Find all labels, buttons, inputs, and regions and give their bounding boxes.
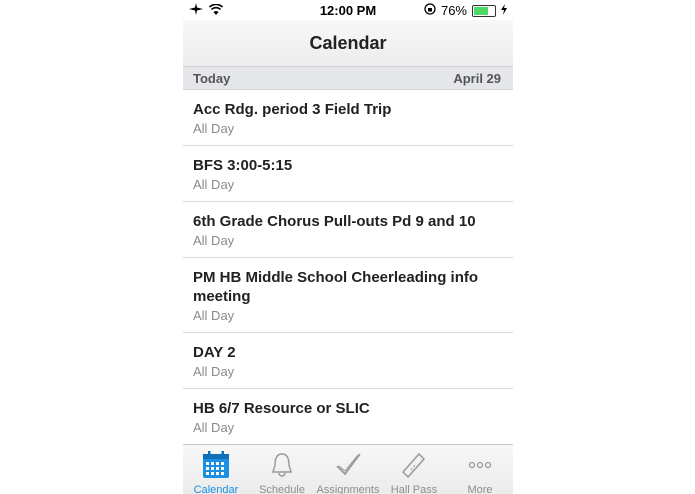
status-bar: 12:00 PM 76% (183, 0, 513, 20)
event-subtitle: All Day (193, 233, 235, 248)
tab-assignments[interactable]: Assignments (315, 445, 381, 494)
tab-bar: Calendar Schedule Assignments Hall Pass … (183, 444, 513, 494)
list-item[interactable]: PM HB Middle School Cheerleading info me… (183, 258, 513, 333)
tab-calendar[interactable]: Calendar (183, 445, 249, 494)
bell-icon (267, 451, 297, 482)
section-header-label: Today (193, 71, 231, 86)
event-subtitle: All Day (193, 364, 235, 379)
battery-fill (474, 6, 488, 15)
tab-hall-pass[interactable]: Hall Pass (381, 445, 447, 494)
list-item[interactable]: DAY 2 All Day (183, 333, 513, 389)
battery-icon (472, 4, 496, 17)
checkmark-icon (333, 451, 363, 482)
charging-icon (501, 3, 507, 18)
list-item[interactable]: 6th Grade Chorus Pull-outs Pd 9 and 10 A… (183, 202, 513, 258)
section-header-date: April 29 (453, 71, 501, 86)
page-title: Calendar (309, 33, 387, 53)
more-dots-icon (465, 451, 495, 482)
section-header: Today April 29 (183, 66, 513, 90)
event-title: HB 6/7 Resource or SLIC (193, 400, 370, 417)
battery-percent: 76% (440, 3, 467, 18)
tab-more[interactable]: More (447, 445, 513, 494)
event-list: Acc Rdg. period 3 Field Trip All Day BFS… (183, 90, 513, 445)
tab-label: Hall Pass (390, 484, 438, 494)
rotation-lock-icon (424, 3, 436, 18)
navigation-bar: Calendar (183, 20, 513, 66)
phone-screen: 12:00 PM 76% Calendar Today April 29 Acc… (183, 0, 513, 494)
event-title: DAY 2 (193, 344, 236, 361)
tab-label: Schedule (259, 484, 305, 494)
list-item[interactable]: BFS 3:00-5:15 All Day (183, 146, 513, 202)
list-item[interactable]: Acc Rdg. period 3 Field Trip All Day (183, 90, 513, 146)
event-title: PM HB Middle School Cheerleading info me… (193, 269, 479, 305)
tab-label: More (467, 484, 493, 494)
event-title: 6th Grade Chorus Pull-outs Pd 9 and 10 (193, 213, 476, 230)
list-item[interactable]: HB 6/7 Resource or SLIC All Day (183, 389, 513, 445)
tab-label: Assignments (316, 484, 380, 494)
calendar-icon (201, 451, 231, 482)
event-subtitle: All Day (193, 177, 235, 192)
status-right: 76% (424, 3, 507, 18)
ticket-icon (399, 451, 429, 482)
event-subtitle: All Day (193, 121, 235, 136)
event-subtitle: All Day (193, 420, 235, 435)
event-title: Acc Rdg. period 3 Field Trip (193, 101, 392, 118)
event-subtitle: All Day (193, 308, 235, 323)
tab-schedule[interactable]: Schedule (249, 445, 315, 494)
tab-label: Calendar (193, 484, 239, 494)
event-title: BFS 3:00-5:15 (193, 157, 293, 174)
